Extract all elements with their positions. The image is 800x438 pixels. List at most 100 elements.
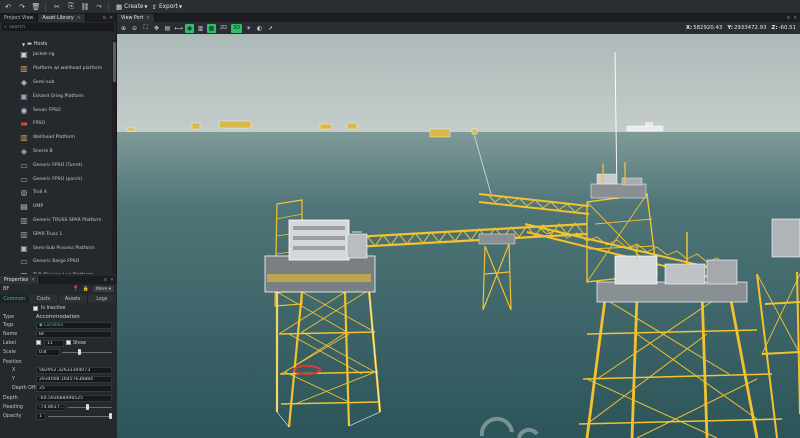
scrollbar-thumb[interactable] — [112, 42, 116, 82]
asset-item[interactable]: ▣ Semi-Sub Process Platform — [0, 241, 112, 255]
layers-icon[interactable]: ▤ — [163, 24, 172, 33]
export-menu-button[interactable]: ⇪ Export ▼ — [152, 3, 183, 11]
asset-item[interactable]: ▥ TLP (Tension Leg Platform) — [0, 269, 112, 274]
asset-item[interactable]: ◉ Sevan FPSO — [0, 103, 112, 117]
menu-icon[interactable]: ≡ — [786, 16, 790, 21]
close-icon[interactable]: ✕ — [793, 16, 797, 21]
globe-icon[interactable]: ◐ — [255, 24, 264, 33]
asset-list-scrollbar[interactable] — [112, 40, 116, 274]
asset-item[interactable]: ▭ Generic FPSO (Turret) — [0, 158, 112, 172]
heading-slider-handle[interactable] — [86, 404, 90, 410]
asset-search[interactable]: ⌕ — [2, 23, 114, 31]
asset-item[interactable]: ◎ Troll A — [0, 186, 112, 200]
asset-item[interactable]: ▭ Generic Barge FPSO — [0, 255, 112, 269]
close-icon[interactable]: ✕ — [109, 16, 113, 21]
3d-scene[interactable] — [117, 34, 800, 438]
close-icon[interactable]: ✕ — [146, 16, 150, 21]
menu-icon[interactable]: ≡ — [103, 278, 107, 283]
x-label: X — [12, 367, 16, 373]
properties-actions: 📍 🔒 More ▾ — [73, 286, 117, 292]
opacity-field[interactable]: 1 — [36, 412, 46, 420]
asset-item[interactable]: ▥ SPAR Truss 1 — [0, 227, 112, 241]
route-icon[interactable]: ⤳ — [93, 1, 105, 13]
close-icon[interactable]: ✕ — [31, 278, 35, 283]
asset-item[interactable]: ◈ Semi-sub — [0, 76, 112, 90]
asset-item[interactable]: ▣ Edvard Grieg Platform — [0, 89, 112, 103]
search-icon: ⌕ — [4, 25, 7, 30]
opacity-slider[interactable] — [48, 416, 110, 417]
mode-2d-button[interactable]: 2D — [218, 24, 229, 33]
type-row: Type Accommodation — [0, 313, 117, 321]
copy-icon[interactable]: ⎘ — [65, 1, 77, 13]
tab-project-view[interactable]: Project View — [0, 14, 39, 22]
tab-asset-library[interactable]: Asset Library ✕ — [38, 14, 86, 22]
grid-icon[interactable]: ▦ — [207, 23, 216, 33]
zoom-in-icon[interactable]: ⊕ — [119, 24, 128, 33]
tab-costs[interactable]: Costs — [29, 295, 59, 303]
measure-icon[interactable]: ⟷ — [174, 24, 183, 33]
asset-item[interactable]: ▥ Generic TRUSS SPAR Platform — [0, 214, 112, 228]
asset-item[interactable]: ▬ FPSO — [0, 117, 112, 131]
pin-icon[interactable]: 📍 — [73, 286, 79, 292]
create-menu-button[interactable]: ▦ Create ▼ — [116, 3, 148, 11]
depth-field[interactable]: -60.593688496525 — [36, 394, 112, 402]
tab-common[interactable]: Common — [0, 295, 30, 303]
is-inactive-checkbox[interactable] — [33, 305, 38, 311]
asset-item-label: FPSO — [33, 121, 45, 127]
tab-properties[interactable]: Properties ✕ — [0, 276, 41, 284]
position-header-row: Position — [0, 358, 117, 366]
label-field[interactable]: 11 — [44, 339, 64, 347]
heading-slider[interactable] — [68, 407, 112, 408]
asset-thumbnail-icon: ▥ — [20, 229, 28, 239]
scale-field[interactable]: 0.8 — [36, 348, 60, 356]
tab-logs[interactable]: Logs — [87, 295, 117, 303]
tab-view-port[interactable]: View Port ✕ — [117, 14, 156, 22]
cut-icon[interactable]: ✂ — [51, 1, 63, 13]
camera-icon[interactable]: ◉ — [185, 23, 194, 33]
tab-assets[interactable]: Assets — [58, 295, 88, 303]
close-icon[interactable]: ✕ — [77, 16, 81, 21]
search-input[interactable] — [8, 24, 109, 30]
asset-item[interactable]: ▥ Platform w/ wellhead platform — [0, 62, 112, 76]
zoom-out-icon[interactable]: ⊖ — [130, 24, 139, 33]
link-icon[interactable]: ⛓ — [79, 1, 91, 13]
tab-label: Project View — [4, 15, 34, 21]
fit-view-icon[interactable]: ⛶ — [141, 24, 150, 33]
y-field[interactable]: 2934008.16457636884 — [36, 375, 112, 383]
x-row: X 582952.32633304073 — [0, 366, 117, 374]
label-color-swatch[interactable] — [36, 340, 41, 345]
tags-field[interactable]: ◆ Location — [36, 321, 112, 329]
lock-icon[interactable]: 🔒 — [83, 286, 89, 292]
asset-item[interactable]: ▣ Jacket-rig — [0, 48, 112, 62]
heading-field[interactable]: -74.8617... — [36, 403, 66, 411]
sun-icon[interactable]: ☀ — [244, 24, 253, 33]
asset-item[interactable]: ▥ Wellhead Platform — [0, 131, 112, 145]
depth-offset-row: Depth Offset 25 — [0, 384, 117, 392]
show-label-checkbox[interactable] — [66, 340, 71, 345]
asset-item[interactable]: ◈ Snorre B — [0, 145, 112, 159]
menu-icon[interactable]: ≡ — [102, 16, 106, 21]
opacity-slider-handle[interactable] — [108, 413, 112, 419]
export-label: Export — [158, 3, 178, 10]
scale-slider-handle[interactable] — [78, 349, 81, 355]
asset-group-hosts[interactable]: ▼ ▬ Hosts — [0, 40, 112, 48]
mode-3d-button[interactable]: 3D — [231, 23, 243, 33]
terrain-icon[interactable]: ▥ — [196, 24, 205, 33]
depth-offset-field[interactable]: 25 — [36, 384, 112, 392]
asset-item[interactable]: ▭ Generic FPSO (porch) — [0, 172, 112, 186]
undo-icon[interactable]: ↶ — [2, 1, 14, 13]
expand-triangle-icon[interactable]: ▼ — [22, 42, 25, 47]
redo-icon[interactable]: ↷ — [16, 1, 28, 13]
delete-icon[interactable]: 🗑 — [30, 1, 42, 13]
scale-slider[interactable] — [62, 352, 112, 353]
name-field[interactable]: BF — [36, 330, 112, 338]
asset-thumbnail-icon: ▬ — [20, 119, 28, 129]
more-button[interactable]: More ▾ — [93, 286, 114, 292]
x-field[interactable]: 582952.32633304073 — [36, 366, 112, 374]
cursor-coordinates: X:582920.43 Y:2933472.93 Z:-60.51 — [686, 25, 800, 31]
asset-item-label: Generic FPSO (Turret) — [33, 162, 83, 168]
asset-item[interactable]: ▤ UMP — [0, 200, 112, 214]
compass-icon[interactable]: ➚ — [266, 24, 275, 33]
close-icon[interactable]: ✕ — [110, 278, 114, 283]
pan-icon[interactable]: ✥ — [152, 24, 161, 33]
